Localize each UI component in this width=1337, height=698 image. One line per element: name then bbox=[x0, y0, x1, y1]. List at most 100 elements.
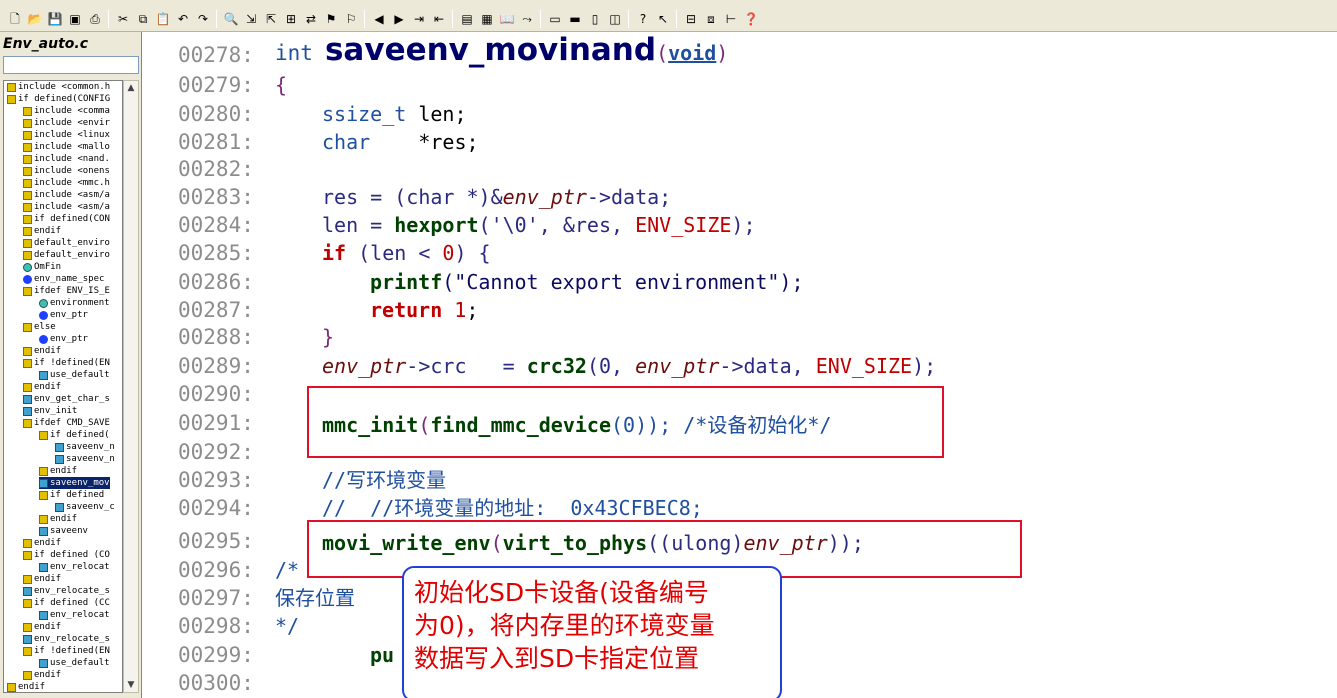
symbol-item[interactable]: env_relocate_s bbox=[23, 585, 110, 597]
symbol-item[interactable]: include <mmc.h bbox=[23, 177, 110, 189]
symbol-item[interactable]: include <linux bbox=[23, 129, 110, 141]
code-line[interactable]: if (len < 0) { bbox=[322, 241, 491, 265]
symbol-item[interactable]: env_get_char_s bbox=[23, 393, 110, 405]
code-line[interactable]: 保存位置 bbox=[275, 586, 355, 610]
forward-icon[interactable]: ▶ bbox=[390, 10, 408, 28]
layout-4-icon[interactable]: ◫ bbox=[606, 10, 624, 28]
symbol-item[interactable]: if !defined(EN bbox=[23, 357, 110, 369]
bookmark-clear-icon[interactable]: ⚐ bbox=[342, 10, 360, 28]
split-icon[interactable]: ⊢ bbox=[722, 10, 740, 28]
copy-icon[interactable]: ⧉ bbox=[134, 10, 152, 28]
project-icon[interactable]: ▤ bbox=[458, 10, 476, 28]
symbol-item[interactable]: saveenv_mov bbox=[39, 477, 110, 489]
symbol-item[interactable]: endif bbox=[39, 513, 77, 525]
code-line[interactable]: } bbox=[322, 325, 334, 349]
symbol-item[interactable]: env_init bbox=[23, 405, 77, 417]
symbol-item[interactable]: endif bbox=[23, 621, 61, 633]
symbol-item[interactable]: endif bbox=[7, 681, 45, 692]
symbol-search-input[interactable] bbox=[3, 56, 139, 74]
symbol-item[interactable]: environment bbox=[39, 297, 110, 309]
symbol-item[interactable]: include <nand. bbox=[23, 153, 110, 165]
find-prev-icon[interactable]: ⇱ bbox=[262, 10, 280, 28]
code-line[interactable]: return 1; bbox=[370, 298, 478, 322]
layout-2-icon[interactable]: ▬ bbox=[566, 10, 584, 28]
symbol-item[interactable]: OmFin bbox=[23, 261, 61, 273]
symbol-item[interactable]: if defined bbox=[39, 489, 104, 501]
whats-this-icon[interactable]: ↖ bbox=[654, 10, 672, 28]
symbol-item[interactable]: use_default bbox=[39, 657, 110, 669]
symbol-item[interactable]: ifdef ENV_IS_E bbox=[23, 285, 110, 297]
save-all-icon[interactable]: ▣ bbox=[66, 10, 84, 28]
code-line[interactable]: char *res; bbox=[322, 130, 479, 154]
symbol-item[interactable]: saveenv_n bbox=[55, 453, 115, 465]
redo-icon[interactable]: ↷ bbox=[194, 10, 212, 28]
symbol-item[interactable]: include <asm/a bbox=[23, 201, 110, 213]
symbol-item[interactable]: env_ptr bbox=[39, 333, 88, 345]
code-line[interactable]: ssize_t len; bbox=[322, 102, 467, 126]
save-icon[interactable]: 💾 bbox=[46, 10, 64, 28]
symbol-item[interactable]: env_name_spec bbox=[23, 273, 104, 285]
symbol-item[interactable]: use_default bbox=[39, 369, 110, 381]
symbol-item[interactable]: env_ptr bbox=[39, 309, 88, 321]
symbol-item[interactable]: include <onens bbox=[23, 165, 110, 177]
symbol-item[interactable]: saveenv_n bbox=[55, 441, 115, 453]
symbol-item[interactable]: endif bbox=[23, 381, 61, 393]
outdent-icon[interactable]: ⇤ bbox=[430, 10, 448, 28]
symbol-item[interactable]: endif bbox=[23, 345, 61, 357]
symbol-item[interactable]: else bbox=[23, 321, 56, 333]
code-line[interactable]: env_ptr->crc = crc32(0, env_ptr->data, E… bbox=[322, 354, 936, 378]
symbol-item[interactable]: if defined (CO bbox=[23, 549, 110, 561]
scroll-down-icon[interactable]: ▼ bbox=[124, 678, 138, 692]
find-in-files-icon[interactable]: ⊞ bbox=[282, 10, 300, 28]
book-icon[interactable]: 📖 bbox=[498, 10, 516, 28]
find-icon[interactable]: 🔍 bbox=[222, 10, 240, 28]
context-help-icon[interactable]: ? bbox=[634, 10, 652, 28]
code-line[interactable]: // //环境变量的地址: 0x43CFBEC8; bbox=[322, 496, 703, 520]
code-line[interactable]: int saveenv_movinand(void) bbox=[275, 35, 728, 66]
new-file-icon[interactable]: 🗋 bbox=[6, 10, 24, 28]
code-line[interactable]: res = (char *)&env_ptr->data; bbox=[322, 185, 671, 209]
symbol-item[interactable]: if defined(CON bbox=[23, 213, 110, 225]
undo-icon[interactable]: ↶ bbox=[174, 10, 192, 28]
code-line[interactable]: /* bbox=[275, 558, 299, 582]
symbol-item[interactable]: env_relocat bbox=[39, 561, 110, 573]
symbol-item[interactable]: endif bbox=[23, 537, 61, 549]
scroll-up-icon[interactable]: ▲ bbox=[124, 81, 138, 95]
symbol-item[interactable]: if defined( bbox=[39, 429, 110, 441]
symbol-item[interactable]: ifdef CMD_SAVE bbox=[23, 417, 110, 429]
symbol-item[interactable]: env_relocat bbox=[39, 609, 110, 621]
open-icon[interactable]: 📂 bbox=[26, 10, 44, 28]
cut-icon[interactable]: ✂ bbox=[114, 10, 132, 28]
symbol-item[interactable]: include <envir bbox=[23, 117, 110, 129]
symbol-item[interactable]: env_relocate_s bbox=[23, 633, 110, 645]
symbol-item[interactable]: default_enviro bbox=[23, 249, 110, 261]
find-next-icon[interactable]: ⇲ bbox=[242, 10, 260, 28]
symbol-item[interactable]: include <comma bbox=[23, 105, 110, 117]
symbol-item[interactable]: endif bbox=[39, 465, 77, 477]
relation-icon[interactable]: ⤳ bbox=[518, 10, 536, 28]
replace-icon[interactable]: ⇄ bbox=[302, 10, 320, 28]
code-line[interactable]: //写环境变量 bbox=[322, 468, 446, 492]
bookmark-set-icon[interactable]: ⚑ bbox=[322, 10, 340, 28]
symbol-window-icon[interactable]: ▦ bbox=[478, 10, 496, 28]
symbol-item[interactable]: include <mallo bbox=[23, 141, 110, 153]
symbol-item[interactable]: default_enviro bbox=[23, 237, 110, 249]
print-icon[interactable]: ⎙ bbox=[86, 10, 104, 28]
symbol-item[interactable]: saveenv bbox=[39, 525, 88, 537]
tile-icon[interactable]: ⊟ bbox=[682, 10, 700, 28]
code-line[interactable]: printf("Cannot export environment"); bbox=[370, 270, 803, 294]
back-icon[interactable]: ◀ bbox=[370, 10, 388, 28]
help-icon[interactable]: ❓ bbox=[742, 10, 760, 28]
symbol-tree-scrollbar[interactable]: ▲ ▼ bbox=[123, 80, 139, 693]
code-line[interactable]: */ bbox=[275, 614, 299, 638]
symbol-item[interactable]: include <common.h bbox=[7, 81, 110, 93]
indent-icon[interactable]: ⇥ bbox=[410, 10, 428, 28]
layout-3-icon[interactable]: ▯ bbox=[586, 10, 604, 28]
symbol-item[interactable]: endif bbox=[23, 573, 61, 585]
symbol-item[interactable]: if defined (CC bbox=[23, 597, 110, 609]
symbol-item[interactable]: if defined(CONFIG bbox=[7, 93, 110, 105]
symbol-item[interactable]: endif bbox=[23, 225, 61, 237]
code-line[interactable]: { bbox=[275, 73, 287, 97]
symbol-item[interactable]: include <asm/a bbox=[23, 189, 110, 201]
symbol-item[interactable]: endif bbox=[23, 669, 61, 681]
